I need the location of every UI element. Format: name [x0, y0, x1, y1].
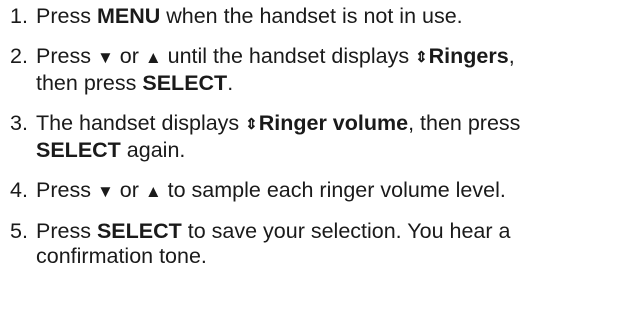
key-select: SELECT	[96, 219, 182, 243]
step-text: Press MENU when the handset is not in us…	[36, 4, 463, 28]
step-3: 3. The handset displays ⇕Ringer volume, …	[10, 111, 634, 163]
display-ringer-volume: Ringer volume	[258, 111, 409, 135]
step-text: Press ▼ or ▲ to sample each ringer volum…	[36, 178, 506, 202]
step-number: 2.	[10, 44, 28, 68]
display-ringers: Ringers	[428, 44, 509, 68]
step-number: 3.	[10, 111, 28, 135]
key-select: SELECT	[142, 71, 228, 95]
down-arrow-icon: ▼	[96, 182, 114, 201]
key-select: SELECT	[36, 138, 121, 162]
key-menu: MENU	[96, 4, 161, 28]
step-text: Press ▼ or ▲ until the handset displays …	[36, 44, 515, 95]
scroll-updown-icon: ⇕	[415, 49, 428, 66]
step-2: 2. Press ▼ or ▲ until the handset displa…	[10, 44, 634, 96]
up-arrow-icon: ▲	[144, 182, 162, 201]
instruction-list: 1. Press MENU when the handset is not in…	[10, 4, 634, 269]
down-arrow-icon: ▼	[96, 48, 114, 67]
step-1: 1. Press MENU when the handset is not in…	[10, 4, 634, 29]
step-text: The handset displays ⇕Ringer volume, the…	[36, 111, 521, 162]
step-number: 5.	[10, 219, 28, 243]
step-number: 4.	[10, 178, 28, 202]
step-number: 1.	[10, 4, 28, 28]
scroll-updown-icon: ⇕	[245, 116, 258, 133]
step-4: 4. Press ▼ or ▲ to sample each ringer vo…	[10, 178, 634, 204]
step-5: 5. Press SELECT to save your selection. …	[10, 219, 634, 269]
up-arrow-icon: ▲	[144, 48, 162, 67]
step-text: Press SELECT to save your selection. You…	[36, 219, 511, 268]
